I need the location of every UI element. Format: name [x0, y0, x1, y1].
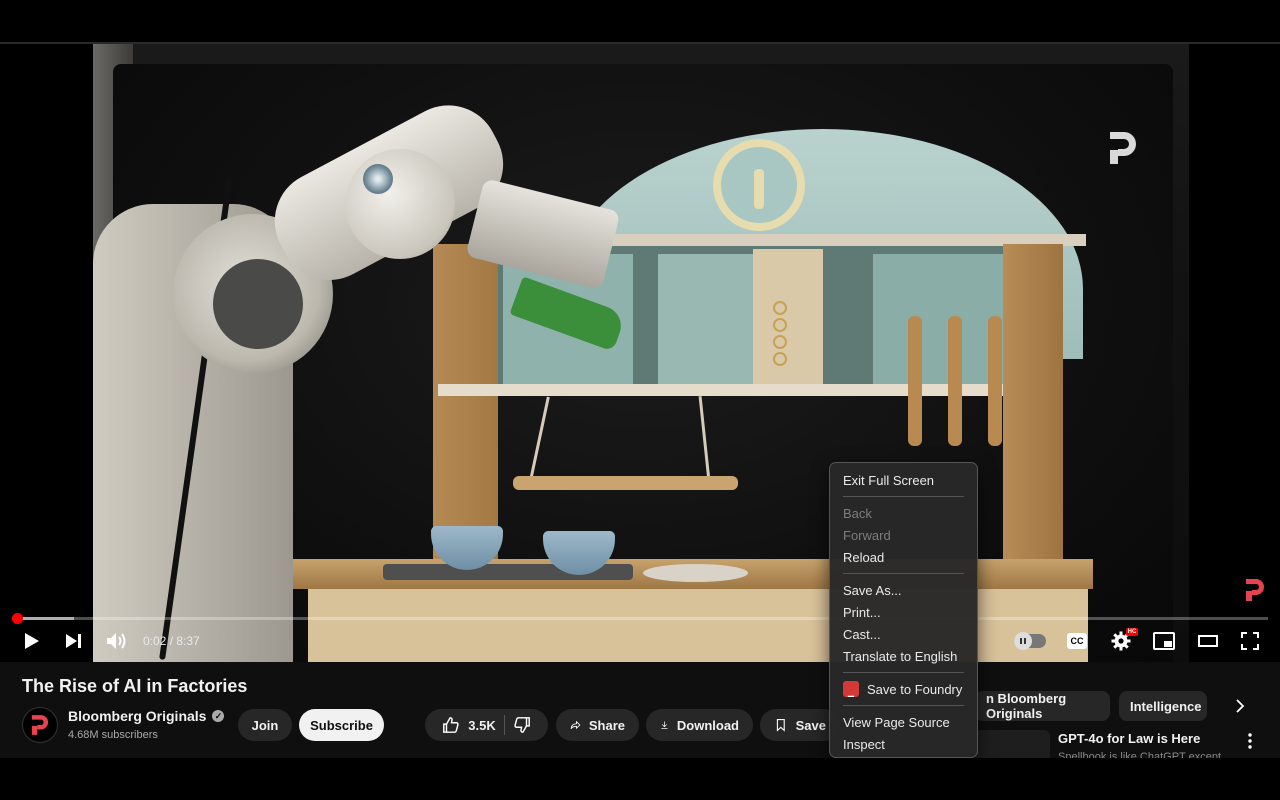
like-button[interactable]: 3.5K: [442, 716, 496, 734]
bottom-band: [0, 758, 1280, 800]
keypad-key: [773, 301, 787, 315]
like-dislike-group: 3.5K: [425, 709, 548, 741]
miniplayer-icon: [1153, 632, 1175, 650]
duration: 8:37: [176, 634, 200, 648]
thumbs-up-icon: [443, 717, 459, 733]
menu-separator: [843, 705, 964, 706]
robot-sensor: [363, 164, 393, 194]
progress-scrubber[interactable]: [12, 613, 23, 624]
recommendation-thumbnail[interactable]: [975, 730, 1050, 758]
menu-separator: [843, 573, 964, 574]
video-frame[interactable]: [93, 44, 1189, 662]
share-label: Share: [588, 717, 625, 733]
cabinet-panel: [873, 254, 1003, 384]
next-button[interactable]: [62, 628, 86, 654]
download-icon: [661, 721, 668, 729]
chip-intelligence[interactable]: Intelligence: [1119, 691, 1207, 721]
progress-track[interactable]: [12, 617, 1268, 620]
chips-next-button[interactable]: [1230, 696, 1250, 716]
menu-item-forward: Forward: [843, 527, 891, 543]
chevron-right-icon: [1236, 699, 1245, 713]
share-button[interactable]: Share: [556, 709, 639, 741]
captions-button[interactable]: CC: [1067, 633, 1087, 649]
bookmark-icon: [776, 719, 785, 732]
more-vert-icon: [1248, 733, 1252, 749]
thumbs-down-icon: [514, 717, 530, 733]
bloomberg-channel-logo: [31, 715, 49, 735]
menu-item-save-to-foundry-label: Save to Foundry: [867, 681, 963, 697]
like-divider: [503, 715, 505, 735]
play-button[interactable]: [20, 628, 44, 654]
pause-icon: [1020, 638, 1026, 644]
recommendation-title[interactable]: GPT-4o for Law is Here: [1058, 731, 1200, 746]
subscriber-count: 4.68M subscribers: [68, 729, 158, 741]
menu-item-view-page-source[interactable]: View Page Source: [830, 711, 977, 733]
miniplayer-button[interactable]: [1152, 628, 1176, 654]
channel-avatar[interactable]: [22, 707, 58, 743]
menu-item-cast[interactable]: Cast...: [830, 623, 977, 645]
download-label: Download: [676, 717, 739, 733]
fullscreen-button[interactable]: [1238, 628, 1262, 654]
keypad-key: [773, 318, 787, 332]
top-band: [0, 0, 1280, 44]
menu-item-back: Back: [843, 505, 872, 521]
mute-button[interactable]: [104, 628, 130, 654]
fullscreen-icon: [1241, 632, 1259, 650]
current-time: 0:02: [143, 634, 167, 648]
subscribe-button[interactable]: Subscribe: [299, 709, 384, 741]
menu-item-inspect[interactable]: Inspect: [830, 733, 977, 755]
utensil: [948, 316, 962, 446]
bloomberg-originals-logo: [1110, 132, 1136, 164]
quality-badge: HC: [1126, 628, 1138, 636]
keypad: [761, 299, 801, 379]
robot-head: [345, 149, 455, 259]
download-button[interactable]: Download: [646, 709, 753, 741]
utensil: [988, 316, 1002, 446]
cabinet-panel: [658, 254, 753, 384]
recommendation-menu-button[interactable]: [1242, 731, 1258, 751]
bloomberg-watermark-icon: [1246, 579, 1264, 601]
video-title: The Rise of AI in Factories: [22, 676, 248, 696]
utensil: [908, 316, 922, 446]
menu-item-save-to-foundry[interactable]: ▁ Save to Foundry: [830, 678, 977, 700]
menu-separator: [843, 672, 964, 673]
chip-channel[interactable]: n Bloomberg Originals: [975, 691, 1110, 721]
autoplay-knob[interactable]: [1014, 632, 1032, 650]
keypad-key: [773, 335, 787, 349]
save-label: Save: [795, 717, 826, 733]
swing-shelf: [513, 476, 738, 490]
like-count: 3.5K: [468, 717, 496, 733]
theater-mode-icon: [1198, 635, 1218, 647]
dislike-button[interactable]: [513, 716, 531, 734]
foundry-icon: ▁: [843, 681, 859, 697]
share-icon: [570, 720, 581, 730]
menu-separator: [843, 496, 964, 497]
play-icon: [25, 633, 39, 649]
robot-joint-inner: [213, 259, 303, 349]
keypad-key: [773, 352, 787, 366]
plate: [643, 564, 748, 582]
theater-mode-button[interactable]: [1196, 628, 1220, 654]
menu-item-save-as[interactable]: Save As...: [830, 579, 977, 601]
skip-next-icon: [66, 634, 81, 648]
clock-hand: [754, 169, 764, 209]
join-button[interactable]: Join: [238, 709, 292, 741]
channel-name-row[interactable]: Bloomberg Originals ✓: [68, 708, 225, 724]
video-player[interactable]: [0, 44, 1280, 662]
save-button[interactable]: Save: [760, 709, 840, 741]
verified-icon: ✓: [212, 710, 225, 722]
menu-item-exit-full-screen[interactable]: Exit Full Screen: [830, 469, 977, 491]
menu-item-reload[interactable]: Reload: [830, 546, 977, 568]
channel-name[interactable]: Bloomberg Originals: [68, 708, 206, 724]
time-separator: /: [166, 634, 177, 648]
menu-item-translate[interactable]: Translate to English: [830, 645, 977, 667]
volume-icon: [107, 633, 126, 649]
context-menu: Exit Full Screen Back Forward Reload Sav…: [829, 462, 978, 758]
menu-item-print[interactable]: Print...: [830, 601, 977, 623]
recommendation-subtitle: Spellbook is like ChatGPT except: [1058, 751, 1222, 758]
time-display: 0:02 / 8:37: [143, 634, 200, 648]
